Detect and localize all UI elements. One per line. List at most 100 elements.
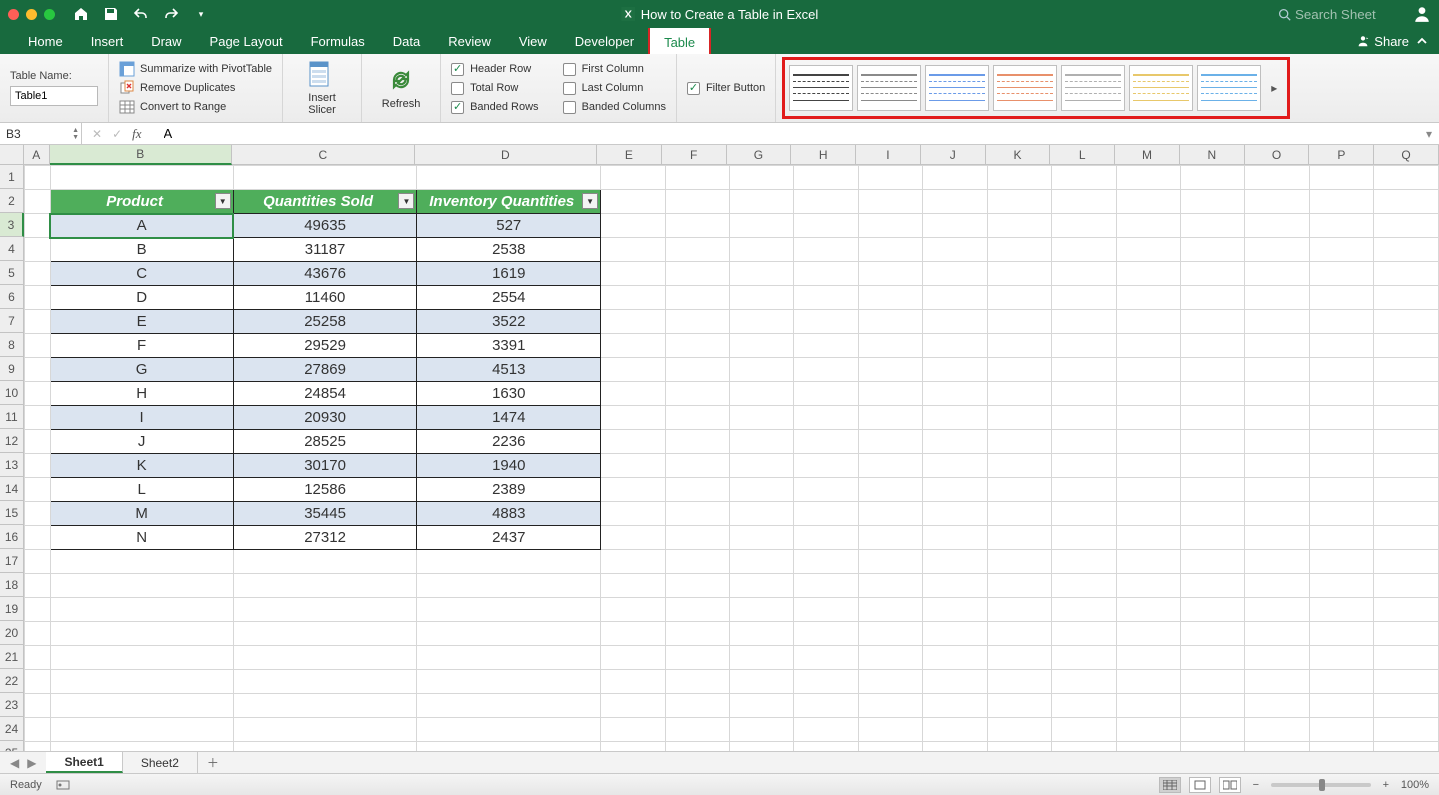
- formula-expand-icon[interactable]: ▾: [1419, 127, 1439, 141]
- tab-table[interactable]: Table: [648, 26, 711, 54]
- cell-F22[interactable]: [665, 670, 729, 694]
- cell-L20[interactable]: [1052, 622, 1116, 646]
- add-sheet-button[interactable]: ＋: [198, 752, 228, 773]
- cell-B10[interactable]: H: [50, 382, 233, 406]
- column-header-L[interactable]: L: [1050, 145, 1115, 165]
- cell-N8[interactable]: [1181, 334, 1245, 358]
- column-header-D[interactable]: D: [415, 145, 598, 165]
- cell-L12[interactable]: [1052, 430, 1116, 454]
- cell-H13[interactable]: [794, 454, 858, 478]
- name-box-stepper-icon[interactable]: ▲▼: [72, 127, 79, 141]
- cell-D12[interactable]: 2236: [417, 430, 601, 454]
- cell-C5[interactable]: 43676: [233, 262, 417, 286]
- cell-E7[interactable]: [601, 310, 665, 334]
- cell-A5[interactable]: [25, 262, 51, 286]
- cell-G13[interactable]: [729, 454, 793, 478]
- cell-I18[interactable]: [858, 574, 922, 598]
- cell-N24[interactable]: [1181, 718, 1245, 742]
- cell-M18[interactable]: [1116, 574, 1180, 598]
- row-header-23[interactable]: 23: [0, 693, 24, 717]
- banded-columns-checkbox[interactable]: Banded Columns: [563, 101, 666, 114]
- cell-J24[interactable]: [923, 718, 987, 742]
- cell-F12[interactable]: [665, 430, 729, 454]
- column-header-C[interactable]: C: [232, 145, 415, 165]
- cell-A6[interactable]: [25, 286, 51, 310]
- cell-Q15[interactable]: [1374, 502, 1439, 526]
- cell-Q18[interactable]: [1374, 574, 1439, 598]
- cell-M1[interactable]: [1116, 166, 1180, 190]
- cell-H2[interactable]: [794, 190, 858, 214]
- select-all-corner[interactable]: [0, 145, 24, 165]
- tab-developer[interactable]: Developer: [561, 28, 648, 54]
- cell-I19[interactable]: [858, 598, 922, 622]
- column-header-Q[interactable]: Q: [1374, 145, 1439, 165]
- last-column-checkbox[interactable]: Last Column: [563, 82, 666, 95]
- cell-H17[interactable]: [794, 550, 858, 574]
- cell-Q9[interactable]: [1374, 358, 1439, 382]
- cell-C2[interactable]: Quantities Sold▼: [233, 190, 417, 214]
- cell-L10[interactable]: [1052, 382, 1116, 406]
- cell-K3[interactable]: [987, 214, 1051, 238]
- formula-cancel-icon[interactable]: ✕: [92, 127, 102, 141]
- cell-K11[interactable]: [987, 406, 1051, 430]
- cell-O9[interactable]: [1245, 358, 1309, 382]
- cell-E11[interactable]: [601, 406, 665, 430]
- cell-I8[interactable]: [858, 334, 922, 358]
- cell-E5[interactable]: [601, 262, 665, 286]
- cell-N18[interactable]: [1181, 574, 1245, 598]
- cell-E23[interactable]: [601, 694, 665, 718]
- zoom-slider[interactable]: [1271, 783, 1371, 787]
- cell-K14[interactable]: [987, 478, 1051, 502]
- cell-C3[interactable]: 49635: [233, 214, 417, 238]
- cell-A8[interactable]: [25, 334, 51, 358]
- home-icon[interactable]: [73, 6, 89, 22]
- cell-E4[interactable]: [601, 238, 665, 262]
- cell-J8[interactable]: [923, 334, 987, 358]
- cell-A10[interactable]: [25, 382, 51, 406]
- summarize-pivot-button[interactable]: Summarize with PivotTable: [119, 61, 272, 77]
- cell-N21[interactable]: [1181, 646, 1245, 670]
- cell-J16[interactable]: [923, 526, 987, 550]
- cell-D3[interactable]: 527: [417, 214, 601, 238]
- cell-O25[interactable]: [1245, 742, 1309, 752]
- formula-input[interactable]: [160, 126, 1419, 141]
- cell-E6[interactable]: [601, 286, 665, 310]
- cell-P7[interactable]: [1309, 310, 1373, 334]
- table-style-5[interactable]: [1129, 65, 1193, 111]
- sheet-tab-sheet1[interactable]: Sheet1: [46, 752, 122, 773]
- cell-N4[interactable]: [1181, 238, 1245, 262]
- cell-C22[interactable]: [233, 670, 417, 694]
- cell-I22[interactable]: [858, 670, 922, 694]
- cell-D4[interactable]: 2538: [417, 238, 601, 262]
- filter-button-inventory-quantities[interactable]: ▼: [582, 193, 598, 209]
- cell-F23[interactable]: [665, 694, 729, 718]
- cell-B5[interactable]: C: [50, 262, 233, 286]
- cell-L23[interactable]: [1052, 694, 1116, 718]
- cell-J21[interactable]: [923, 646, 987, 670]
- cell-Q5[interactable]: [1374, 262, 1439, 286]
- cell-J7[interactable]: [923, 310, 987, 334]
- cell-O5[interactable]: [1245, 262, 1309, 286]
- cell-H15[interactable]: [794, 502, 858, 526]
- cell-J5[interactable]: [923, 262, 987, 286]
- cell-F5[interactable]: [665, 262, 729, 286]
- cell-I23[interactable]: [858, 694, 922, 718]
- cell-P16[interactable]: [1309, 526, 1373, 550]
- cell-M2[interactable]: [1116, 190, 1180, 214]
- cell-B17[interactable]: [50, 550, 233, 574]
- search-sheet-input[interactable]: [1295, 7, 1405, 22]
- cell-P17[interactable]: [1309, 550, 1373, 574]
- cell-H7[interactable]: [794, 310, 858, 334]
- cell-Q16[interactable]: [1374, 526, 1439, 550]
- column-header-H[interactable]: H: [791, 145, 856, 165]
- cell-O12[interactable]: [1245, 430, 1309, 454]
- table-style-4[interactable]: [1061, 65, 1125, 111]
- cell-B21[interactable]: [50, 646, 233, 670]
- cell-C8[interactable]: 29529: [233, 334, 417, 358]
- cell-F11[interactable]: [665, 406, 729, 430]
- cell-F7[interactable]: [665, 310, 729, 334]
- cell-A9[interactable]: [25, 358, 51, 382]
- cell-I2[interactable]: [858, 190, 922, 214]
- sheet-tab-sheet2[interactable]: Sheet2: [123, 752, 198, 773]
- cell-K20[interactable]: [987, 622, 1051, 646]
